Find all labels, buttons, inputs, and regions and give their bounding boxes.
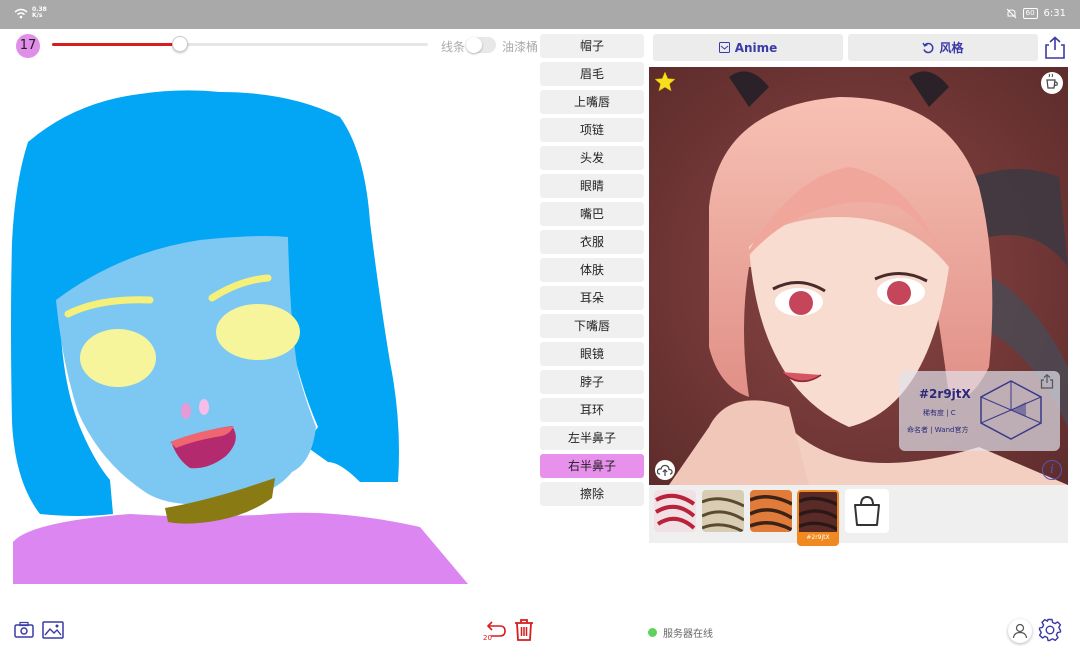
store-button[interactable] xyxy=(845,489,889,533)
refresh-icon xyxy=(922,42,934,53)
shopping-bag-icon xyxy=(854,495,880,526)
segment-clothes xyxy=(13,512,468,584)
slider-fill xyxy=(52,43,180,46)
mode-line-label: 线条 xyxy=(441,40,466,54)
style-author: 命名者 | Wand官方 xyxy=(907,426,969,434)
style-thumbnails: #2r9jtX xyxy=(649,485,1068,546)
result-image: #2r9jtX 稀有度 | C 命名者 | Wand官方 i xyxy=(649,67,1068,485)
gear-icon[interactable] xyxy=(1038,618,1062,642)
info-icon[interactable]: i xyxy=(1042,460,1062,480)
brush-size-slider[interactable] xyxy=(52,36,428,52)
share-icon[interactable] xyxy=(1044,36,1066,60)
card-share-icon[interactable] xyxy=(1040,374,1054,389)
thumbnail-image xyxy=(654,490,696,532)
battery-indicator: 60 xyxy=(1022,8,1038,19)
tab-anime[interactable]: Anime xyxy=(653,34,843,61)
wifi-icon xyxy=(14,8,28,18)
thumbnail-image xyxy=(799,492,837,532)
tab-anime-label: Anime xyxy=(734,40,778,55)
label-button[interactable]: 眼睛 xyxy=(540,174,644,198)
hexagon-cube-icon xyxy=(980,380,1042,440)
online-dot xyxy=(648,628,657,637)
favorite-star-icon[interactable] xyxy=(654,71,676,93)
coffee-icon xyxy=(1046,73,1058,89)
label-button[interactable]: 衣服 xyxy=(540,230,644,254)
style-code: #2r9jtX xyxy=(919,387,971,401)
label-button[interactable]: 项链 xyxy=(540,118,644,142)
user-button[interactable] xyxy=(1008,619,1032,643)
status-bar: 0.38 K/s 60 6:31 xyxy=(0,0,1080,29)
thumbnail-style-sketch[interactable] xyxy=(702,490,744,532)
thumbnail-style-red[interactable] xyxy=(654,490,696,532)
upload-button[interactable] xyxy=(655,460,675,480)
label-button[interactable]: 帽子 xyxy=(540,34,644,58)
style-rarity: 稀有度 | C xyxy=(923,409,956,417)
user-icon xyxy=(1012,623,1028,639)
style-card[interactable]: #2r9jtX 稀有度 | C 命名者 | Wand官方 xyxy=(899,371,1060,451)
gallery-icon[interactable] xyxy=(42,621,64,639)
tab-style[interactable]: 风格 xyxy=(848,34,1038,61)
label-button[interactable]: 耳朵 xyxy=(540,286,644,310)
server-status: 服务器在线 xyxy=(648,625,713,640)
label-button[interactable]: 眉毛 xyxy=(540,62,644,86)
slider-thumb[interactable] xyxy=(171,36,188,52)
thumbnail-caption: #2r9jtX xyxy=(806,534,830,541)
brush-size-badge: 17 xyxy=(16,34,40,58)
label-button[interactable]: 下嘴唇 xyxy=(540,314,644,338)
thumbnail-style-orange[interactable] xyxy=(750,490,792,532)
thumbnail-image xyxy=(750,490,792,532)
toggle-knob xyxy=(466,37,482,53)
label-list: 帽子眉毛上嘴唇项链头发眼睛嘴巴衣服体肤耳朵下嘴唇眼镜脖子耳环左半鼻子右半鼻子擦除 xyxy=(540,34,644,510)
undo-count: 20 xyxy=(483,634,492,642)
coffee-button[interactable] xyxy=(1041,72,1063,94)
clock: 6:31 xyxy=(1043,8,1066,19)
label-button[interactable]: 眼镜 xyxy=(540,342,644,366)
label-button[interactable]: 耳环 xyxy=(540,398,644,422)
fill-mode-toggle[interactable] xyxy=(466,37,496,53)
tab-style-label: 风格 xyxy=(939,41,964,55)
label-button[interactable]: 脖子 xyxy=(540,370,644,394)
thumbnail-style-selected[interactable]: #2r9jtX xyxy=(797,490,839,546)
trash-icon[interactable] xyxy=(513,618,535,642)
label-button[interactable]: 右半鼻子 xyxy=(540,454,644,478)
thumbnail-image xyxy=(702,490,744,532)
label-button[interactable]: 擦除 xyxy=(540,482,644,506)
image-frame-icon xyxy=(718,42,730,53)
label-button[interactable]: 左半鼻子 xyxy=(540,426,644,450)
label-button[interactable]: 上嘴唇 xyxy=(540,90,644,114)
drawing-canvas[interactable] xyxy=(0,62,538,602)
camera-icon[interactable] xyxy=(14,621,34,639)
label-button[interactable]: 头发 xyxy=(540,146,644,170)
cloud-upload-icon xyxy=(656,464,673,476)
mute-bell-icon xyxy=(1006,8,1016,19)
label-button[interactable]: 体肤 xyxy=(540,258,644,282)
network-speed: 0.38 K/s xyxy=(32,6,47,19)
server-status-text: 服务器在线 xyxy=(663,629,713,640)
mode-bucket-label: 油漆桶 xyxy=(502,40,539,54)
label-button[interactable]: 嘴巴 xyxy=(540,202,644,226)
